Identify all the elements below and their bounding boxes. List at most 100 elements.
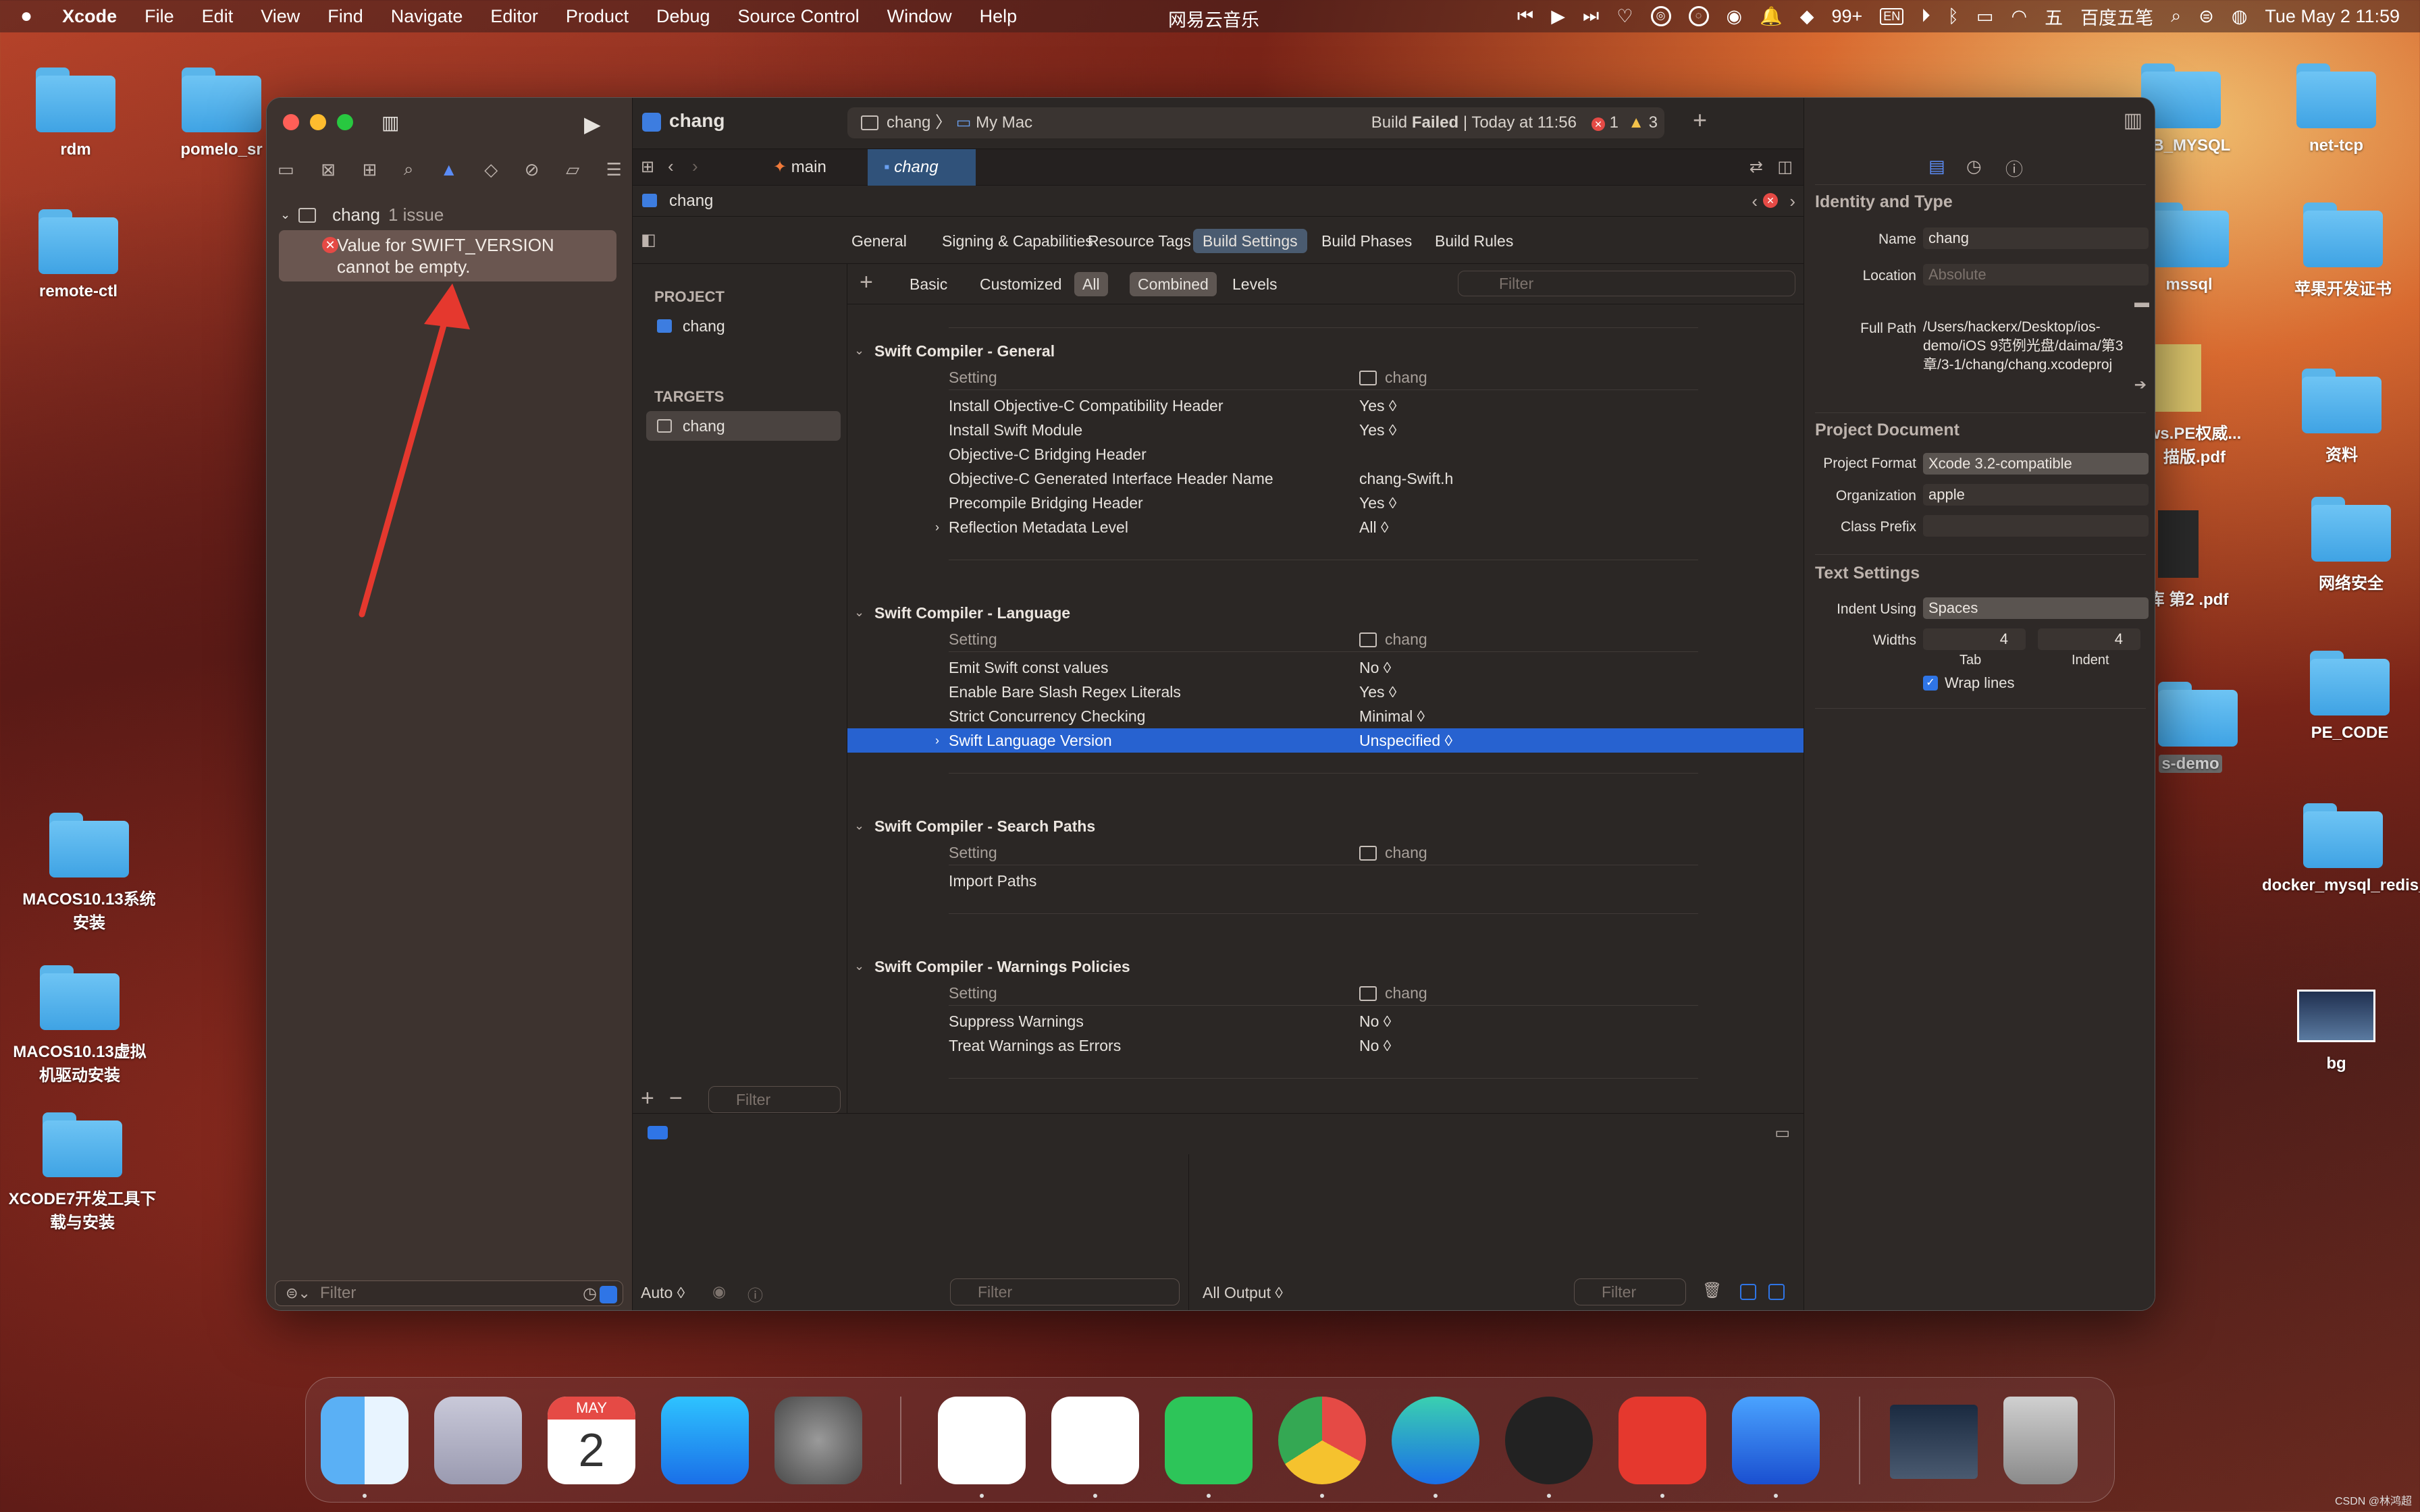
setting-row[interactable]: Install Swift Module Yes ◊ bbox=[847, 418, 1804, 442]
navigator-filter-field[interactable]: Filter bbox=[275, 1280, 623, 1306]
dock-edge-icon[interactable] bbox=[1392, 1397, 1479, 1484]
filter-customized[interactable]: Customized bbox=[972, 272, 1070, 296]
setting-row[interactable]: Treat Warnings as Errors No ◊ bbox=[847, 1033, 1804, 1058]
dock-qq-icon[interactable] bbox=[938, 1397, 1026, 1484]
next-issue-icon[interactable]: › bbox=[1789, 186, 1795, 217]
back-icon[interactable]: ‹ bbox=[668, 156, 674, 177]
expand-chevron-icon[interactable]: › bbox=[935, 515, 939, 539]
group-collapse-chevron-icon[interactable]: ⌄ bbox=[854, 344, 864, 358]
wrap-lines-checkbox[interactable]: ✓ bbox=[1923, 676, 1938, 691]
filter-levels[interactable]: Levels bbox=[1224, 272, 1285, 296]
battery-icon[interactable]: ▭ bbox=[1976, 6, 1994, 27]
remove-target-button[interactable]: − bbox=[669, 1085, 683, 1112]
variables-filter-field[interactable]: Filter bbox=[950, 1278, 1180, 1305]
filter-all[interactable]: All bbox=[1074, 272, 1108, 296]
sidebar-toggle-icon[interactable]: ▥ bbox=[382, 111, 399, 134]
swap-editor-icon[interactable]: ⇄ bbox=[1750, 157, 1763, 177]
tab-chang[interactable]: ▪ chang bbox=[868, 149, 976, 186]
setting-row[interactable]: Strict Concurrency Checking Minimal ◊ bbox=[847, 704, 1804, 728]
destination-selector[interactable]: My Mac bbox=[976, 113, 1032, 132]
class-prefix-field[interactable] bbox=[1923, 515, 2149, 537]
zoom-window-button[interactable] bbox=[337, 114, 353, 130]
tab-width-stepper[interactable]: 4 bbox=[1923, 628, 2026, 650]
play-icon[interactable]: ▶ bbox=[1551, 6, 1565, 27]
add-library-icon[interactable]: + bbox=[1693, 106, 1707, 134]
tab-build-phases[interactable]: Build Phases bbox=[1312, 229, 1421, 253]
tab-general[interactable]: General bbox=[842, 229, 916, 253]
clock[interactable]: Tue May 2 11:59 bbox=[2265, 6, 2400, 27]
qq-status-icon[interactable]: ◆ bbox=[1800, 6, 1814, 27]
issue-message[interactable]: Value for SWIFT_VERSION cannot be empty. bbox=[337, 234, 607, 277]
tab-signing[interactable]: Signing & Capabilities bbox=[932, 229, 1103, 253]
prev-track-icon[interactable]: ⏮ bbox=[1517, 5, 1533, 27]
menu-edit[interactable]: Edit bbox=[202, 6, 234, 27]
target-item-chang[interactable]: chang bbox=[646, 411, 841, 441]
filter-combined[interactable]: Combined bbox=[1130, 272, 1217, 296]
menu-navigate[interactable]: Navigate bbox=[391, 6, 463, 27]
now-playing-app[interactable]: 网易云音乐 bbox=[1168, 5, 1259, 32]
desktop-folder-ios-demo[interactable]: s-demo bbox=[2155, 682, 2238, 774]
history-inspector-icon[interactable]: ◷ bbox=[1966, 156, 1982, 177]
desktop-folder-docker[interactable]: docker_mysql_redis_mongodb bbox=[2262, 803, 2420, 895]
menu-xcode[interactable]: Xcode bbox=[62, 6, 117, 27]
build-warning-count[interactable]: ▲ 3 bbox=[1628, 107, 1658, 138]
desktop-folder-macos-install[interactable]: MACOS10.13系统安装 bbox=[15, 813, 163, 933]
breakpoint-navigator-icon[interactable]: ▱ bbox=[566, 159, 579, 180]
desktop-folder-rdm[interactable]: rdm bbox=[1, 68, 150, 159]
dock-netease-music-icon[interactable] bbox=[1619, 1397, 1706, 1484]
bell-icon[interactable]: 🔔 bbox=[1760, 5, 1783, 27]
ime-icon[interactable]: 五 bbox=[2045, 3, 2063, 30]
desktop-file-pe-pdf[interactable]: ws.PE权威...描版.pdf bbox=[2140, 344, 2248, 467]
dock-calendar-icon[interactable]: MAY 2 bbox=[548, 1397, 635, 1484]
group-swift-warnings[interactable]: Swift Compiler - Warnings Policies bbox=[874, 958, 1130, 976]
filter-options-icon[interactable]: ⊜⌄ bbox=[286, 1285, 311, 1302]
group-swift-general[interactable]: Swift Compiler - General bbox=[874, 342, 1055, 360]
close-window-button[interactable] bbox=[283, 114, 299, 130]
group-swift-language[interactable]: Swift Compiler - Language bbox=[874, 604, 1070, 622]
recent-filter-icon[interactable]: ◷ bbox=[583, 1284, 597, 1303]
input-lang-badge[interactable]: EN bbox=[1880, 7, 1904, 25]
setting-row[interactable]: Emit Swift const values No ◊ bbox=[847, 655, 1804, 680]
desktop-folder-xcode7[interactable]: XCODE7开发工具下载与安装 bbox=[8, 1112, 157, 1233]
desktop-folder-data[interactable]: 资料 bbox=[2267, 369, 2416, 465]
setting-row[interactable]: Install Objective-C Compatibility Header… bbox=[847, 394, 1804, 418]
scheme-selector[interactable]: chang bbox=[887, 113, 930, 132]
desktop-file-bg[interactable]: bg bbox=[2262, 990, 2411, 1073]
wifi-icon[interactable]: ◠ bbox=[2011, 6, 2028, 27]
group-collapse-chevron-icon[interactable]: ⌄ bbox=[854, 819, 864, 833]
dock-launchpad-icon[interactable] bbox=[434, 1397, 522, 1484]
related-items-icon[interactable]: ⊞ bbox=[641, 157, 654, 177]
ime-label[interactable]: 百度五笔 bbox=[2080, 3, 2153, 30]
spotlight-icon[interactable]: ⌕ bbox=[2171, 5, 2181, 27]
media-icon[interactable]: ⏵ bbox=[1921, 5, 1930, 27]
heart-icon[interactable]: ♡ bbox=[1616, 6, 1633, 27]
setting-row[interactable]: Suppress Warnings No ◊ bbox=[847, 1009, 1804, 1033]
symbol-navigator-icon[interactable]: ⊞ bbox=[362, 159, 377, 180]
dock-chrome-icon[interactable] bbox=[1278, 1397, 1366, 1484]
menu-editor[interactable]: Editor bbox=[490, 6, 538, 27]
add-setting-button[interactable]: + bbox=[860, 269, 873, 296]
filter-basic[interactable]: Basic bbox=[901, 272, 955, 296]
report-navigator-icon[interactable]: ☰ bbox=[606, 159, 622, 180]
setting-row[interactable]: › Reflection Metadata Level All ◊ bbox=[847, 515, 1804, 539]
apple-menu-icon[interactable]: ● bbox=[20, 5, 32, 28]
eye-icon[interactable]: ◉ bbox=[712, 1282, 726, 1301]
siri-icon[interactable]: ◍ bbox=[2232, 6, 2248, 27]
project-item-chang[interactable]: chang bbox=[646, 311, 841, 341]
tab-resource-tags[interactable]: Resource Tags bbox=[1078, 229, 1201, 253]
dock-app-store-icon[interactable] bbox=[661, 1397, 749, 1484]
dock-window-thumbnail[interactable] bbox=[1890, 1405, 1978, 1479]
test-navigator-icon[interactable]: ◇ bbox=[484, 159, 498, 180]
issue-group-root[interactable]: ⌄ chang 1 issue bbox=[280, 205, 444, 225]
issue-badge-icon[interactable]: ✕ bbox=[1763, 193, 1778, 208]
minimize-window-button[interactable] bbox=[310, 114, 326, 130]
hide-targets-icon[interactable]: ◧ bbox=[641, 230, 656, 250]
toggle-inspector-icon[interactable]: ▥ bbox=[2124, 109, 2142, 132]
setting-row[interactable]: Objective-C Bridging Header bbox=[847, 442, 1804, 466]
menu-debug[interactable]: Debug bbox=[656, 6, 710, 27]
setting-row[interactable]: Import Paths bbox=[847, 869, 1804, 893]
sync-icon[interactable]: ◌ bbox=[1688, 6, 1709, 26]
indent-width-stepper[interactable]: 4 bbox=[2038, 628, 2140, 650]
project-format-popup[interactable]: Xcode 3.2-compatible bbox=[1923, 453, 2149, 475]
targets-filter-field[interactable]: Filter bbox=[708, 1086, 841, 1113]
